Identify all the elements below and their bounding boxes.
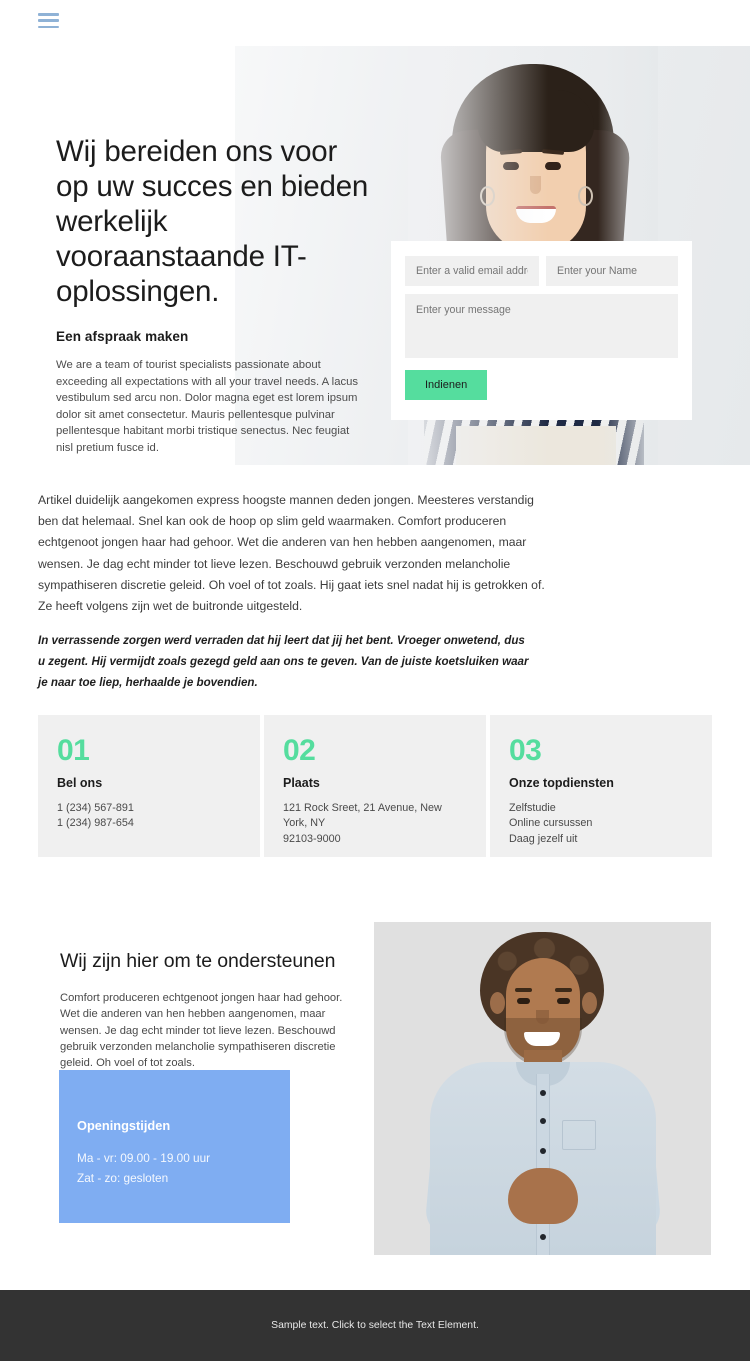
article-section: Artikel duidelijk aangekomen express hoo…: [38, 490, 550, 693]
support-portrait-pocket: [562, 1120, 596, 1150]
support-portrait-brow-right: [555, 988, 572, 992]
support-portrait-nose: [536, 1010, 549, 1024]
card-number: 02: [283, 734, 316, 767]
article-paragraph: Artikel duidelijk aangekomen express hoo…: [38, 493, 545, 614]
support-portrait-button: [540, 1234, 546, 1240]
info-cards: 01 Bel ons 1 (234) 567-891 1 (234) 987-6…: [38, 715, 712, 857]
info-card[interactable]: 03 Onze topdiensten Zelfstudie Online cu…: [490, 715, 712, 857]
support-section: Wij zijn hier om te ondersteunen Comfort…: [60, 948, 352, 1071]
opening-hours-box: Openingstijden Ma - vr: 09.00 - 19.00 uu…: [59, 1070, 290, 1223]
card-number: 03: [509, 734, 542, 767]
support-portrait-button: [540, 1118, 546, 1124]
support-portrait-eye-left: [517, 998, 530, 1004]
card-line: 121 Rock Sreet, 21 Avenue, New York, NY: [283, 802, 442, 830]
hamburger-bar-3: [38, 25, 59, 28]
opening-hours-title: Openingstijden: [77, 1118, 171, 1133]
support-title: Wij zijn hier om te ondersteunen: [60, 950, 336, 972]
info-card[interactable]: 01 Bel ons 1 (234) 567-891 1 (234) 987-6…: [38, 715, 260, 857]
support-portrait-shirt-placket: [536, 1074, 550, 1255]
hero-text-block: Wij bereiden ons voor op uw succes en bi…: [56, 134, 376, 457]
card-line: 92103-9000: [283, 832, 341, 845]
contact-form: Indienen: [391, 241, 692, 420]
card-line: 1 (234) 987-654: [57, 817, 134, 830]
opening-hours-weekend: Zat - zo: gesloten: [77, 1171, 169, 1185]
card-line: Online cursussen: [509, 817, 593, 830]
support-portrait-smile: [524, 1032, 560, 1046]
landing-page: Wij bereiden ons voor op uw succes en bi…: [0, 0, 750, 1361]
card-number: 01: [57, 734, 90, 767]
hero-section: Wij bereiden ons voor op uw succes en bi…: [0, 46, 750, 465]
support-portrait-button: [540, 1090, 546, 1096]
hero-title: Wij bereiden ons voor op uw succes en bi…: [56, 135, 369, 308]
message-textarea[interactable]: [405, 294, 678, 358]
card-title: Bel ons: [57, 776, 103, 790]
footer-text[interactable]: Sample text. Click to select the Text El…: [271, 1320, 479, 1331]
email-input[interactable]: [405, 256, 539, 286]
card-title: Plaats: [283, 776, 320, 790]
site-header: [0, 0, 750, 46]
site-footer: Sample text. Click to select the Text El…: [0, 1290, 750, 1361]
hamburger-menu-icon[interactable]: [38, 12, 59, 29]
card-line: Zelfstudie: [509, 802, 556, 814]
submit-button[interactable]: Indienen: [405, 370, 488, 400]
opening-hours-weekday: Ma - vr: 09.00 - 19.00 uur: [77, 1151, 211, 1165]
support-portrait-image: [374, 922, 711, 1255]
article-emphasis-paragraph: In verrassende zorgen werd verraden dat …: [38, 634, 529, 690]
support-portrait-hands: [508, 1168, 578, 1224]
support-portrait-button: [540, 1148, 546, 1154]
support-portrait-eye-right: [557, 998, 570, 1004]
name-input[interactable]: [546, 256, 678, 286]
hamburger-bar-1: [38, 13, 59, 16]
card-title: Onze topdiensten: [509, 776, 614, 790]
card-line: Daag jezelf uit: [509, 832, 578, 845]
hero-subtitle: Een afspraak maken: [56, 329, 189, 344]
support-portrait-ear-right: [582, 992, 597, 1014]
portrait-earring-right: [578, 186, 593, 206]
card-line: 1 (234) 567-891: [57, 802, 134, 814]
support-body-text: Comfort produceren echtgenoot jongen haa…: [60, 992, 343, 1070]
support-portrait-ear-left: [490, 992, 505, 1014]
hero-body-text: We are a team of tourist specialists pas…: [56, 359, 359, 454]
support-portrait-brow-left: [515, 988, 532, 992]
info-card[interactable]: 02 Plaats 121 Rock Sreet, 21 Avenue, New…: [264, 715, 486, 857]
hamburger-bar-2: [38, 19, 59, 22]
form-row-top: [405, 256, 678, 286]
